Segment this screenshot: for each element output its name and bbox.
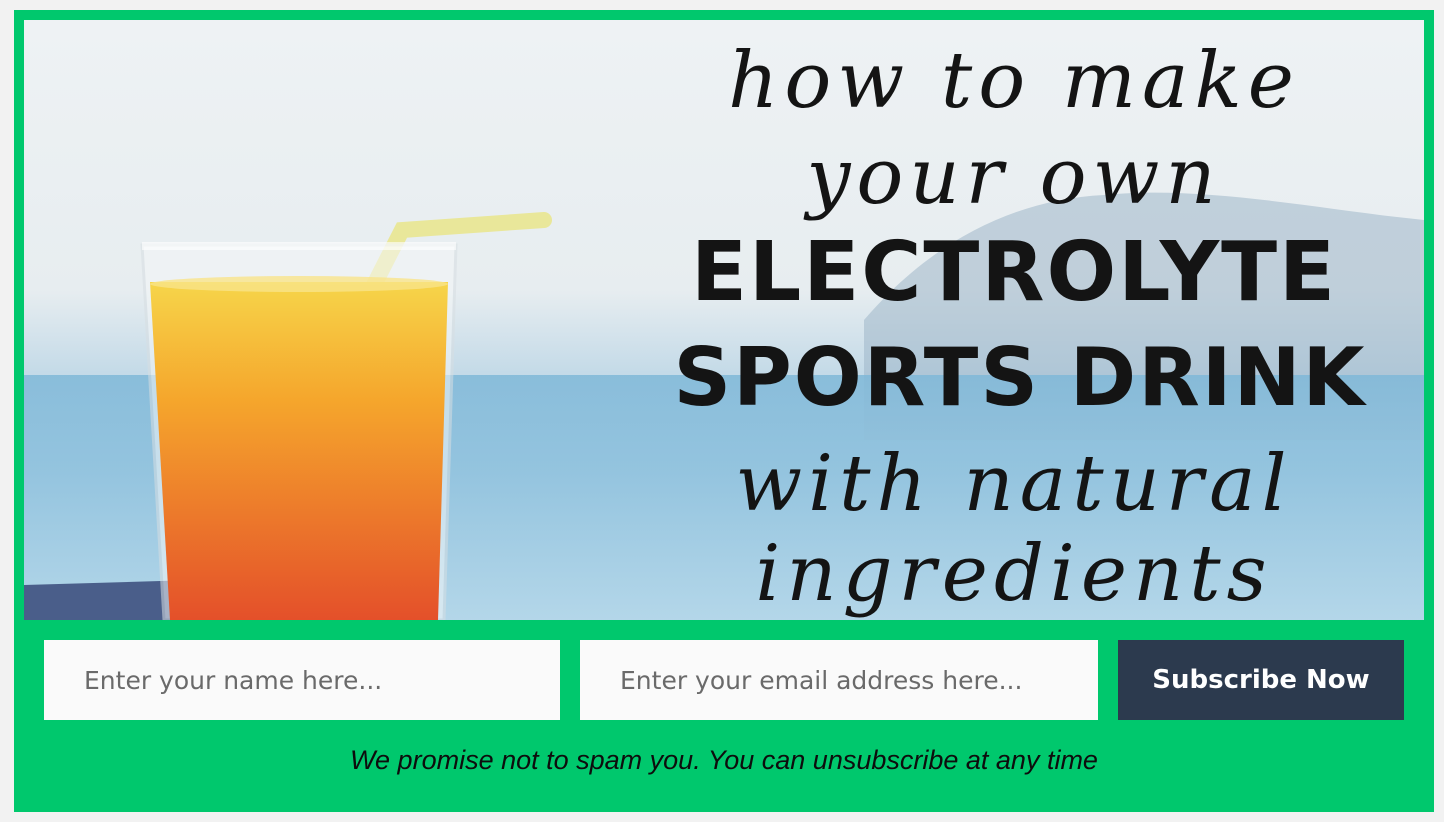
headline-line-4: SPORTS DRINK bbox=[673, 331, 1367, 424]
banner-image: how to make your own ELECTROLYTE SPORTS … bbox=[24, 20, 1424, 620]
headline-line-2: your own bbox=[806, 132, 1222, 222]
name-input[interactable] bbox=[44, 640, 560, 720]
banner-headline: how to make your own ELECTROLYTE SPORTS … bbox=[24, 20, 1424, 620]
headline-line-1: how to make bbox=[728, 36, 1300, 126]
subscribe-button[interactable]: Subscribe Now bbox=[1118, 640, 1404, 720]
headline-line-6: ingredients bbox=[755, 529, 1273, 619]
headline-line-5: with natural bbox=[735, 439, 1293, 529]
optin-widget: how to make your own ELECTROLYTE SPORTS … bbox=[14, 10, 1434, 812]
email-input[interactable] bbox=[580, 640, 1098, 720]
spam-disclaimer: We promise not to spam you. You can unsu… bbox=[350, 745, 1098, 775]
headline-line-3: ELECTROLYTE bbox=[690, 225, 1338, 320]
